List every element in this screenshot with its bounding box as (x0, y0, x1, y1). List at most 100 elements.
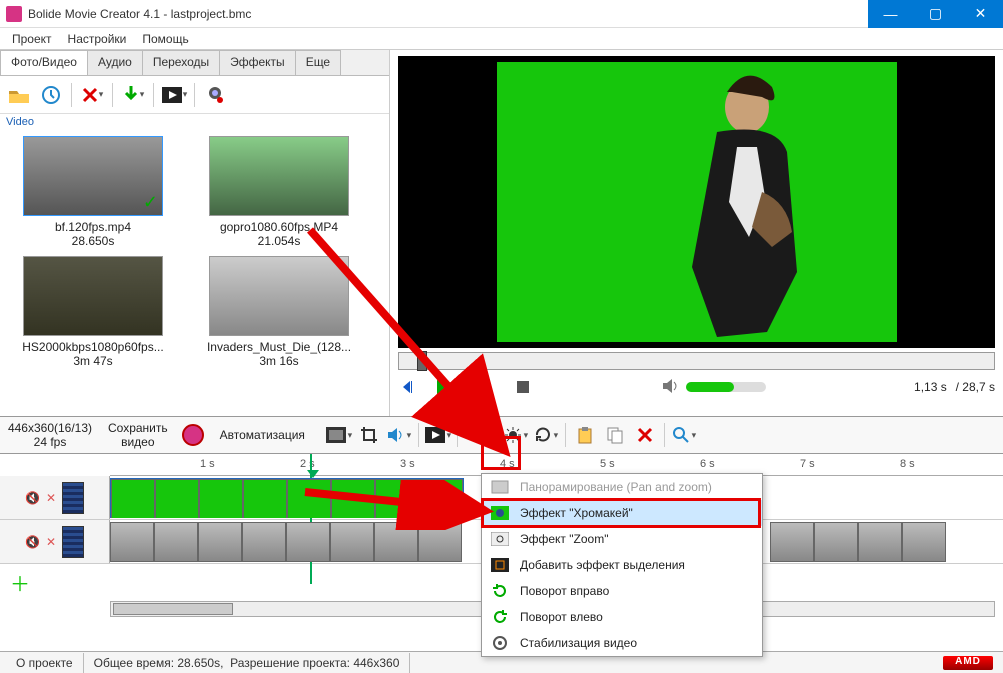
greenscreen-content (497, 62, 897, 342)
seek-handle[interactable] (417, 351, 427, 371)
menu-label: Эффект "Zoom" (520, 532, 608, 546)
stabilize-icon (490, 633, 510, 653)
add-media-icon[interactable] (4, 80, 34, 110)
toolbar-separator (153, 83, 154, 107)
titlebar: Bolide Movie Creator 4.1 - lastproject.b… (0, 0, 1003, 28)
ruler-tick: 1 s (200, 458, 215, 470)
brightness-icon[interactable]: ▾ (502, 422, 530, 448)
mute-track-icon[interactable]: 🔇 (25, 491, 40, 505)
media-thumbnail (23, 256, 163, 336)
delete-icon[interactable]: ▾ (77, 80, 107, 110)
tab-photo-video[interactable]: Фото/Видео (0, 50, 88, 75)
refresh-icon[interactable]: ▾ (532, 422, 560, 448)
remove-track-icon[interactable]: ✕ (46, 491, 56, 505)
media-item-duration: 3m 47s (73, 354, 112, 368)
project-res-text: 446x360(16/13) (4, 421, 96, 435)
crop-icon[interactable] (355, 422, 383, 448)
step-forward-icon[interactable] (462, 376, 488, 398)
window-buttons: — ▢ ✕ (868, 0, 1003, 28)
playhead[interactable] (310, 454, 312, 584)
zoom-icon[interactable]: ▾ (670, 422, 698, 448)
seek-bar[interactable] (398, 352, 995, 370)
media-item-duration: 21.054s (258, 234, 301, 248)
media-tabs: Фото/Видео Аудио Переходы Эффекты Еще (0, 50, 389, 76)
clock-icon[interactable] (36, 80, 66, 110)
close-button[interactable]: ✕ (958, 0, 1003, 28)
media-item[interactable]: gopro1080.60fps.MP4 21.054s (190, 136, 368, 248)
media-item[interactable]: Invaders_Must_Die_(128... 3m 16s (190, 256, 368, 368)
maximize-button[interactable]: ▢ (913, 0, 958, 28)
save-video-button[interactable]: Сохранить видео (100, 421, 176, 450)
time-total: / 28,7 s (956, 380, 995, 394)
menu-project[interactable]: Проект (6, 30, 58, 48)
chromakey-icon (490, 503, 510, 523)
webcam-icon[interactable] (200, 80, 230, 110)
volume-icon[interactable] (662, 378, 680, 397)
mute-track-icon[interactable]: 🔇 (25, 535, 40, 549)
status-about[interactable]: О проекте (6, 653, 84, 673)
automation-button[interactable]: Автоматизация (210, 428, 315, 442)
copy-icon[interactable] (601, 422, 629, 448)
menu-help[interactable]: Помощь (136, 30, 194, 48)
rotate-right-icon (490, 581, 510, 601)
project-toolbar: 446x360(16/13) 24 fps Сохранить видео Ав… (0, 416, 1003, 454)
menu-rotate-right[interactable]: Поворот вправо (482, 578, 762, 604)
toolbar-separator (112, 83, 113, 107)
toolbar-separator (664, 423, 665, 447)
track-header[interactable]: 🔇 ✕ (0, 520, 110, 563)
video-preview[interactable] (398, 56, 995, 348)
toolbar-separator (418, 423, 419, 447)
menu-label: Панорамирование (Pan and zoom) (520, 480, 712, 494)
menu-chromakey[interactable]: Эффект "Хромакей" (482, 500, 762, 526)
remove-track-icon[interactable]: ✕ (46, 535, 56, 549)
track-header[interactable]: 🔇 ✕ (0, 476, 110, 519)
media-item-name: HS2000kbps1080p60fps... (22, 340, 163, 354)
media-item-duration: 28.650s (72, 234, 115, 248)
minimize-button[interactable]: — (868, 0, 913, 28)
filmstrip-tool-icon[interactable]: ▾ (325, 422, 353, 448)
status-resolution-text: Разрешение проекта: 446x360 (230, 656, 399, 670)
status-total-time: Общее время: 28.650s, Разрешение проекта… (84, 653, 411, 673)
media-item-duration: 3m 16s (259, 354, 298, 368)
download-arrow-icon[interactable]: ▾ (118, 80, 148, 110)
toolbar-separator (71, 83, 72, 107)
media-item-name: gopro1080.60fps.MP4 (220, 220, 338, 234)
text-icon[interactable]: T▾ (463, 422, 491, 448)
play-icon[interactable] (430, 376, 456, 398)
media-item[interactable]: HS2000kbps1080p60fps... 3m 47s (4, 256, 182, 368)
menu-settings[interactable]: Настройки (62, 30, 133, 48)
stop-icon[interactable] (510, 376, 536, 398)
app-icon (6, 6, 22, 22)
ruler-tick: 4 s (500, 458, 515, 470)
volume-slider[interactable] (686, 382, 766, 392)
filmstrip-play-icon[interactable]: ▾ (159, 80, 189, 110)
menu-highlight[interactable]: Добавить эффект выделения (482, 552, 762, 578)
tab-more[interactable]: Еще (295, 50, 341, 75)
project-resolution: 446x360(16/13) 24 fps (0, 421, 100, 450)
media-item[interactable]: ✓ bf.120fps.mp4 28.650s (4, 136, 182, 248)
menu-label: Эффект "Хромакей" (520, 506, 633, 520)
rotate-left-icon (490, 607, 510, 627)
scrollbar-thumb[interactable] (113, 603, 233, 615)
ruler-tick: 7 s (800, 458, 815, 470)
time-current: 1,13 s (914, 380, 947, 394)
media-toolbar: ▾ ▾ ▾ (0, 76, 389, 114)
menubar: Проект Настройки Помощь (0, 28, 1003, 50)
audio-icon[interactable]: ▾ (385, 422, 413, 448)
menu-stabilize[interactable]: Стабилизация видео (482, 630, 762, 656)
menu-rotate-left[interactable]: Поворот влево (482, 604, 762, 630)
preview-panel: 1,13 s / 28,7 s (390, 50, 1003, 416)
ruler-tick: 6 s (700, 458, 715, 470)
toolbar-separator (496, 423, 497, 447)
video-effects-icon[interactable]: ▾ (424, 422, 452, 448)
tab-transitions[interactable]: Переходы (142, 50, 220, 75)
step-back-icon[interactable] (398, 376, 424, 398)
track-type-icon (62, 482, 84, 514)
tab-effects[interactable]: Эффекты (219, 50, 296, 75)
record-icon[interactable] (182, 424, 204, 446)
video-effects-dropdown: Панорамирование (Pan and zoom) Эффект "Х… (481, 473, 763, 657)
menu-zoom[interactable]: Эффект "Zoom" (482, 526, 762, 552)
delete-clip-icon[interactable] (631, 422, 659, 448)
tab-audio[interactable]: Аудио (87, 50, 143, 75)
paste-icon[interactable] (571, 422, 599, 448)
